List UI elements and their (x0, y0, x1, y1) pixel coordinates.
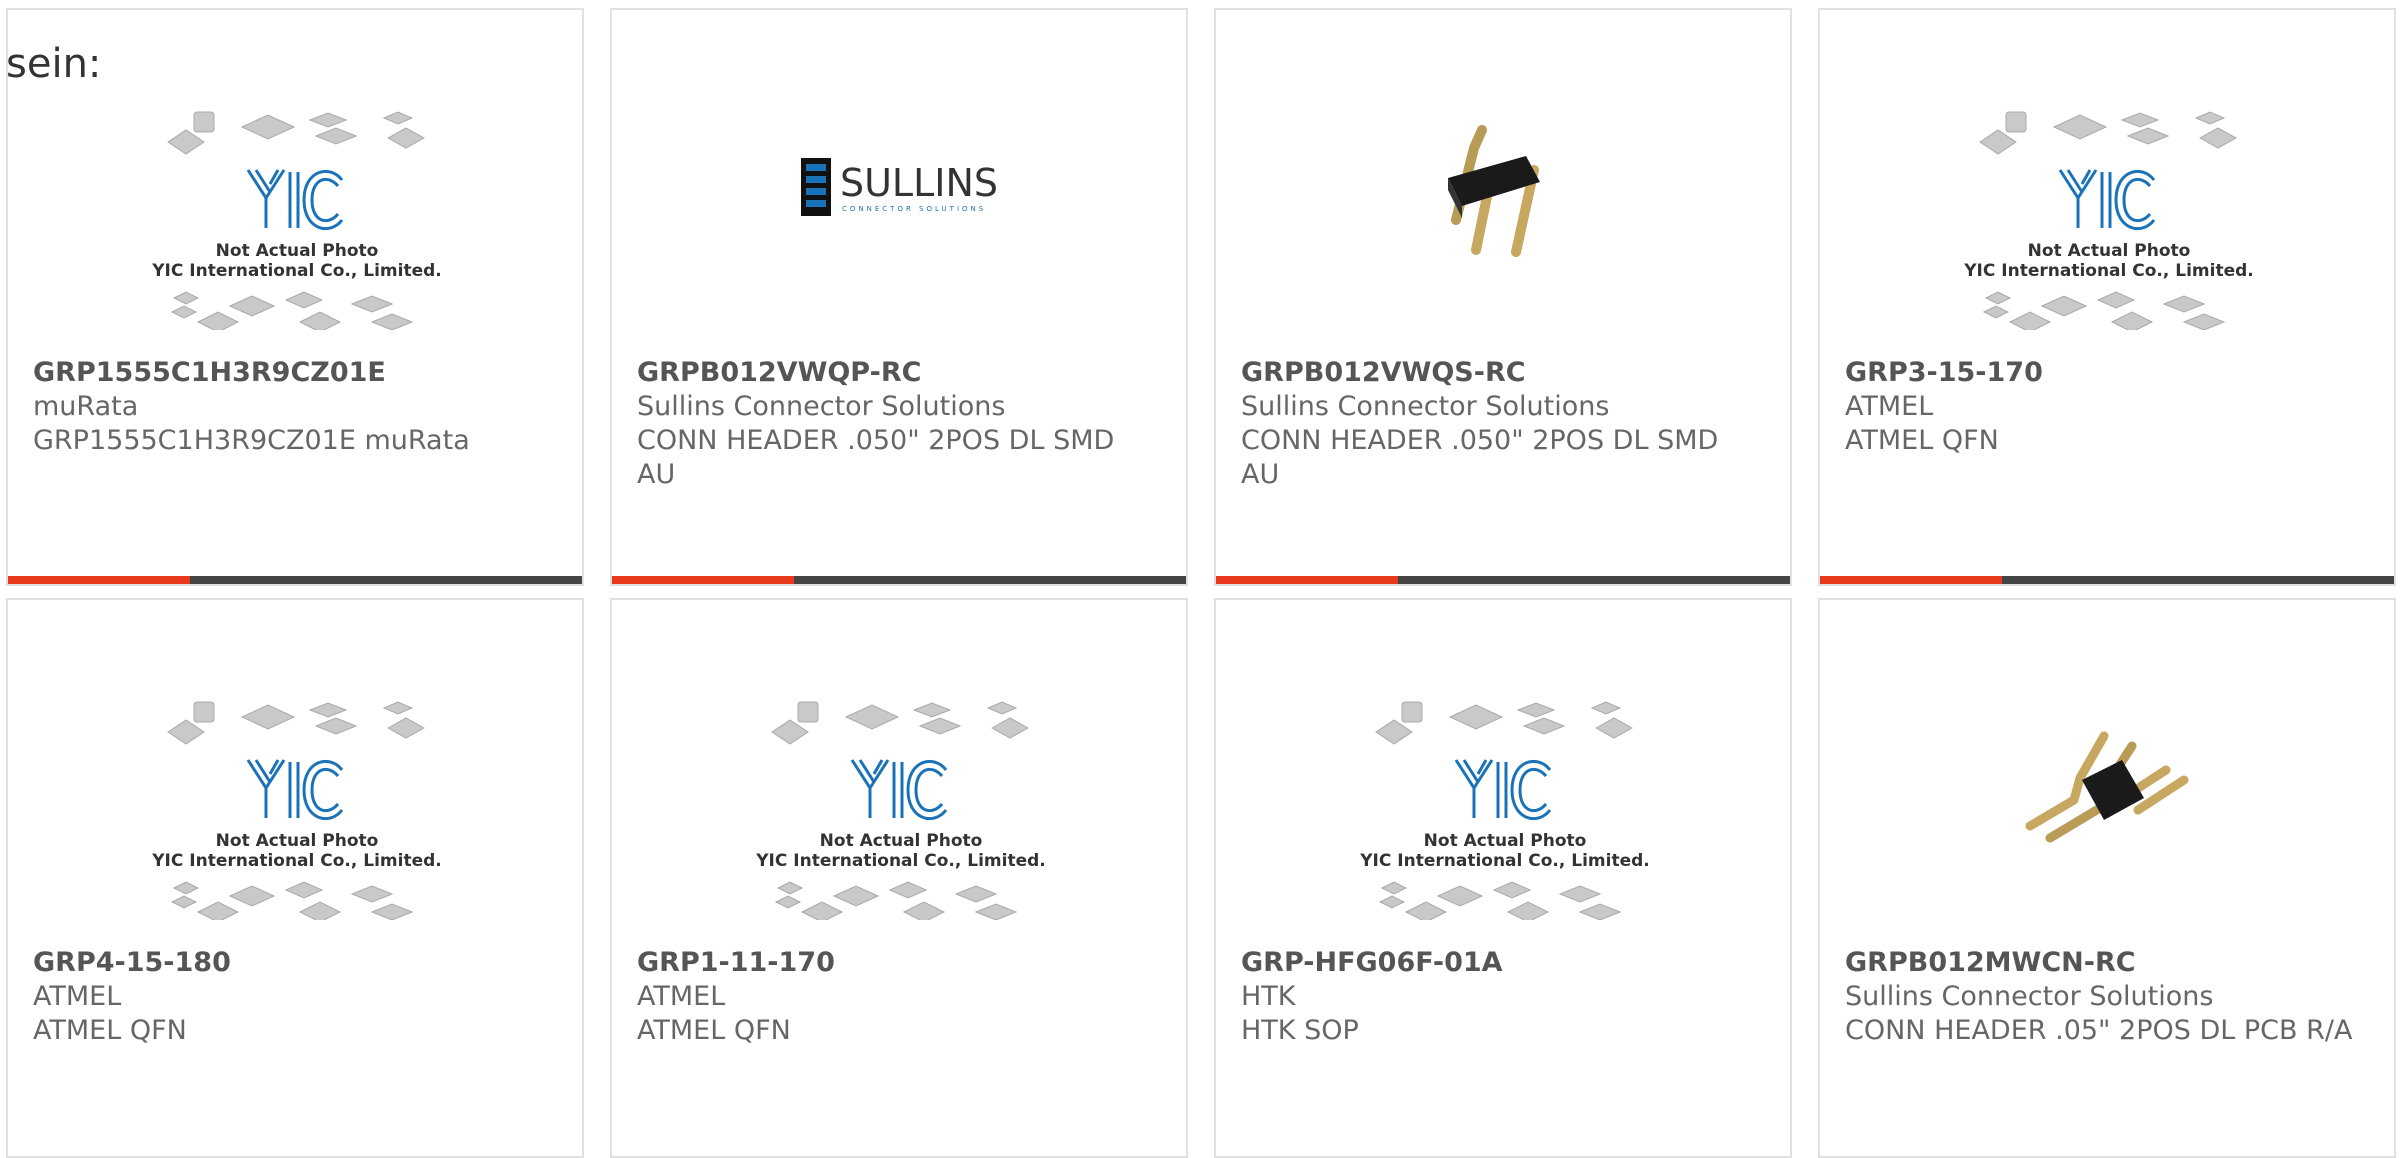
svg-text:Not Actual Photo: Not Actual Photo (1424, 831, 1587, 851)
description: CONN HEADER .05" 2POS DL PCB R/A (1845, 1015, 2353, 1046)
part-number[interactable]: GRP4-15-180 (33, 946, 557, 980)
product-image[interactable]: Not Actual Photo YIC International Co., … (1216, 650, 1790, 923)
manufacturer: HTK (1241, 981, 1296, 1012)
part-number[interactable]: GRPB012VWQS-RC (1241, 356, 1765, 390)
svg-text:CONNECTOR SOLUTIONS: CONNECTOR SOLUTIONS (842, 205, 986, 213)
manufacturer: Sullins Connector Solutions (1845, 981, 2214, 1012)
manufacturer: ATMEL (1845, 391, 1934, 422)
product-card[interactable]: Not Actual Photo YIC International Co., … (1214, 598, 1792, 1158)
sullins-logo-icon: SULLINS CONNECTOR SOLUTIONS (801, 158, 998, 216)
product-image[interactable] (1216, 60, 1790, 330)
card-bar (8, 576, 582, 584)
svg-text:YIC International Co., Limited: YIC International Co., Limited. (1963, 261, 2254, 281)
product-card[interactable]: SULLINS CONNECTOR SOLUTIONS GRPB012VWQP-… (610, 8, 1188, 586)
product-card[interactable]: Not Actual Photo YIC International Co., … (1818, 8, 2396, 586)
product-image[interactable]: Not Actual Photo YIC International Co., … (8, 650, 582, 923)
product-card[interactable]: GRPB012VWQS-RC Sullins Connector Solutio… (1214, 8, 1792, 586)
product-image[interactable]: Not Actual Photo YIC International Co., … (8, 60, 582, 333)
card-bar (1216, 576, 1790, 584)
card-bar-accent (1216, 576, 1398, 584)
card-bar (1820, 576, 2394, 584)
part-number[interactable]: GRP1-11-170 (637, 946, 1161, 980)
product-image[interactable]: Not Actual Photo YIC International Co., … (612, 650, 1186, 923)
product-card[interactable]: Not Actual Photo YIC International Co., … (6, 8, 584, 586)
pin-header-vertical-icon (1448, 125, 1540, 257)
placeholder-caption-1: Not Actual Photo (216, 241, 379, 261)
description: ATMEL QFN (637, 1015, 791, 1046)
card-bar-accent (1820, 576, 2002, 584)
lead-text: sein: (6, 41, 102, 87)
description: CONN HEADER .050" 2POS DL SMD AU (637, 425, 1115, 490)
card-bar (612, 576, 1186, 584)
product-image[interactable] (1820, 650, 2394, 920)
svg-text:Not Actual Photo: Not Actual Photo (820, 831, 983, 851)
part-number[interactable]: GRPB012MWCN-RC (1845, 946, 2369, 980)
svg-text:YIC International Co., Limited: YIC International Co., Limited. (151, 851, 442, 871)
description: HTK SOP (1241, 1015, 1359, 1046)
svg-text:Not Actual Photo: Not Actual Photo (2028, 241, 2191, 261)
manufacturer: Sullins Connector Solutions (637, 391, 1006, 422)
description: GRP1555C1H3R9CZ01E muRata (33, 425, 470, 456)
part-number[interactable]: GRP3-15-170 (1845, 356, 2369, 390)
manufacturer: ATMEL (637, 981, 726, 1012)
svg-text:Not Actual Photo: Not Actual Photo (216, 831, 379, 851)
manufacturer: Sullins Connector Solutions (1241, 391, 1610, 422)
pin-header-right-angle-icon (2025, 731, 2189, 843)
svg-text:SULLINS: SULLINS (840, 161, 998, 205)
placeholder-caption-2: YIC International Co., Limited. (151, 261, 442, 281)
description: ATMEL QFN (33, 1015, 187, 1046)
manufacturer: ATMEL (33, 981, 122, 1012)
product-image[interactable]: SULLINS CONNECTOR SOLUTIONS (612, 60, 1186, 330)
svg-text:YIC International Co., Limited: YIC International Co., Limited. (755, 851, 1046, 871)
manufacturer: muRata (33, 391, 139, 422)
product-card[interactable]: Not Actual Photo YIC International Co., … (6, 598, 584, 1158)
description: ATMEL QFN (1845, 425, 1999, 456)
product-image[interactable]: Not Actual Photo YIC International Co., … (1820, 60, 2394, 333)
product-card[interactable]: Not Actual Photo YIC International Co., … (610, 598, 1188, 1158)
card-bar-accent (8, 576, 190, 584)
product-card[interactable]: GRPB012MWCN-RC Sullins Connector Solutio… (1818, 598, 2396, 1158)
description: CONN HEADER .050" 2POS DL SMD AU (1241, 425, 1719, 490)
svg-text:YIC International Co., Limited: YIC International Co., Limited. (1359, 851, 1650, 871)
card-bar-accent (612, 576, 794, 584)
part-number[interactable]: GRP1555C1H3R9CZ01E (33, 356, 557, 390)
part-number[interactable]: GRP-HFG06F-01A (1241, 946, 1765, 980)
part-number[interactable]: GRPB012VWQP-RC (637, 356, 1161, 390)
